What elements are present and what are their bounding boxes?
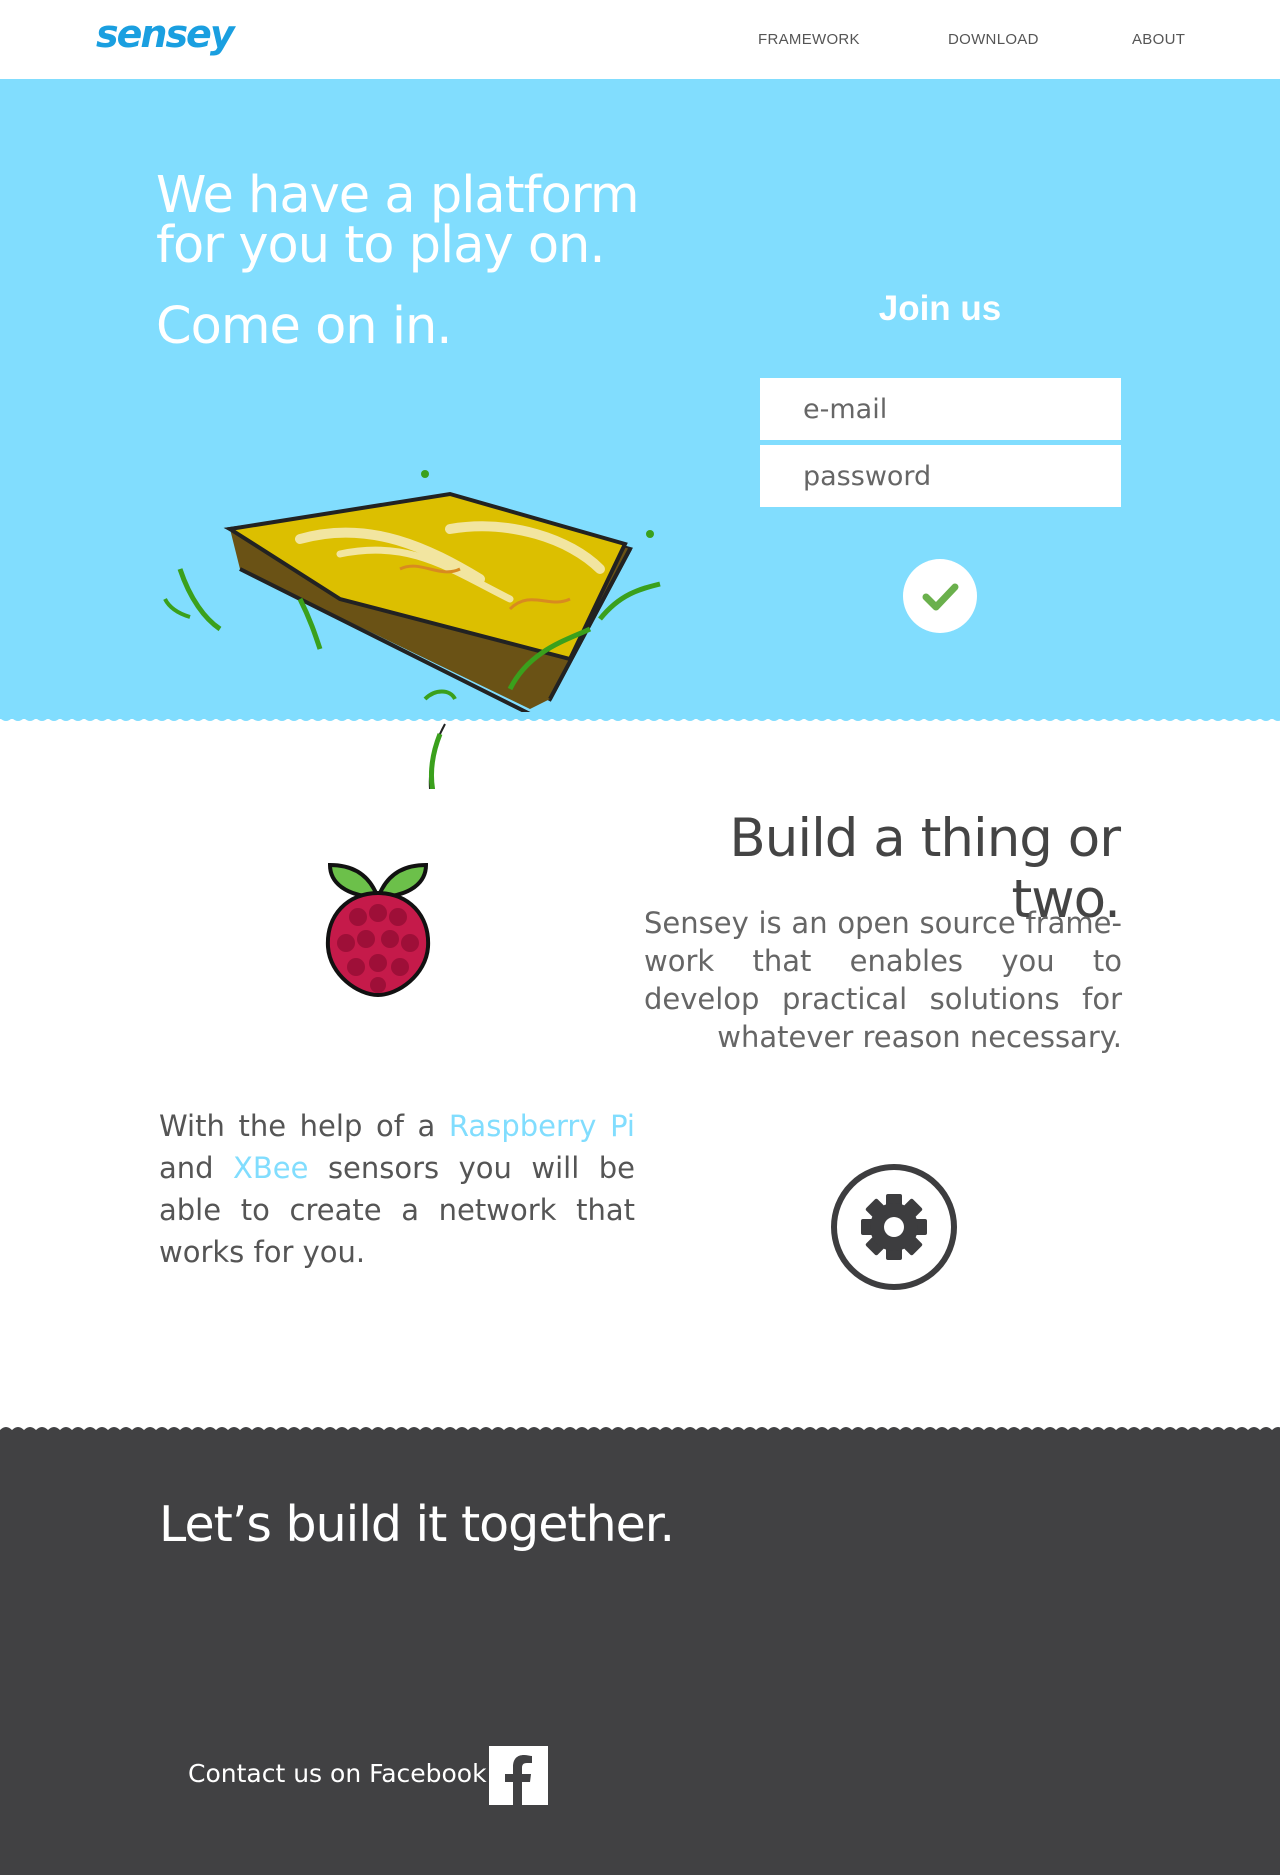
hero-section: We have a platform for you to play on. C… bbox=[0, 79, 1280, 789]
help-suffix: sensors you will be able to create a net… bbox=[159, 1151, 635, 1269]
checkmark-icon bbox=[922, 583, 959, 611]
xbee-link[interactable]: XBee bbox=[233, 1151, 308, 1185]
contact-facebook-link[interactable]: Contact us on Facebook bbox=[188, 1759, 487, 1788]
hero-subtitle: Come on in. bbox=[156, 297, 453, 356]
footer-title: Let’s build it together. bbox=[159, 1496, 675, 1553]
facebook-icon[interactable] bbox=[489, 1746, 548, 1805]
join-title: Join us bbox=[878, 289, 1002, 328]
help-prefix: With the help of a bbox=[159, 1109, 436, 1143]
help-and: and bbox=[159, 1151, 214, 1185]
raspberry-pi-link[interactable]: Raspberry Pi bbox=[449, 1109, 635, 1143]
hero-title: We have a platform for you to play on. bbox=[156, 166, 640, 275]
nav-framework[interactable]: FRAMEWORK bbox=[758, 31, 860, 48]
logo[interactable]: sensey bbox=[96, 12, 235, 56]
nav-about[interactable]: ABOUT bbox=[1132, 31, 1185, 48]
footer: Let’s build it together. Contact us on F… bbox=[0, 1432, 1280, 1875]
help-text: With the help of a Raspberry Pi and XBee… bbox=[159, 1105, 635, 1273]
facebook-logo bbox=[505, 1755, 532, 1805]
password-field[interactable] bbox=[760, 445, 1121, 507]
header: sensey FRAMEWORK DOWNLOAD ABOUT bbox=[0, 0, 1280, 79]
platform-illustration bbox=[163, 470, 661, 789]
submit-button[interactable] bbox=[903, 559, 977, 633]
hero-wave-divider bbox=[0, 712, 1280, 721]
build-description: Sensey is an open source frame-work that… bbox=[644, 906, 1122, 1054]
nav-download[interactable]: DOWNLOAD bbox=[948, 31, 1039, 48]
email-field[interactable] bbox=[760, 378, 1121, 440]
gear-icon bbox=[831, 1164, 957, 1290]
raspberry-pi-icon bbox=[325, 862, 431, 998]
